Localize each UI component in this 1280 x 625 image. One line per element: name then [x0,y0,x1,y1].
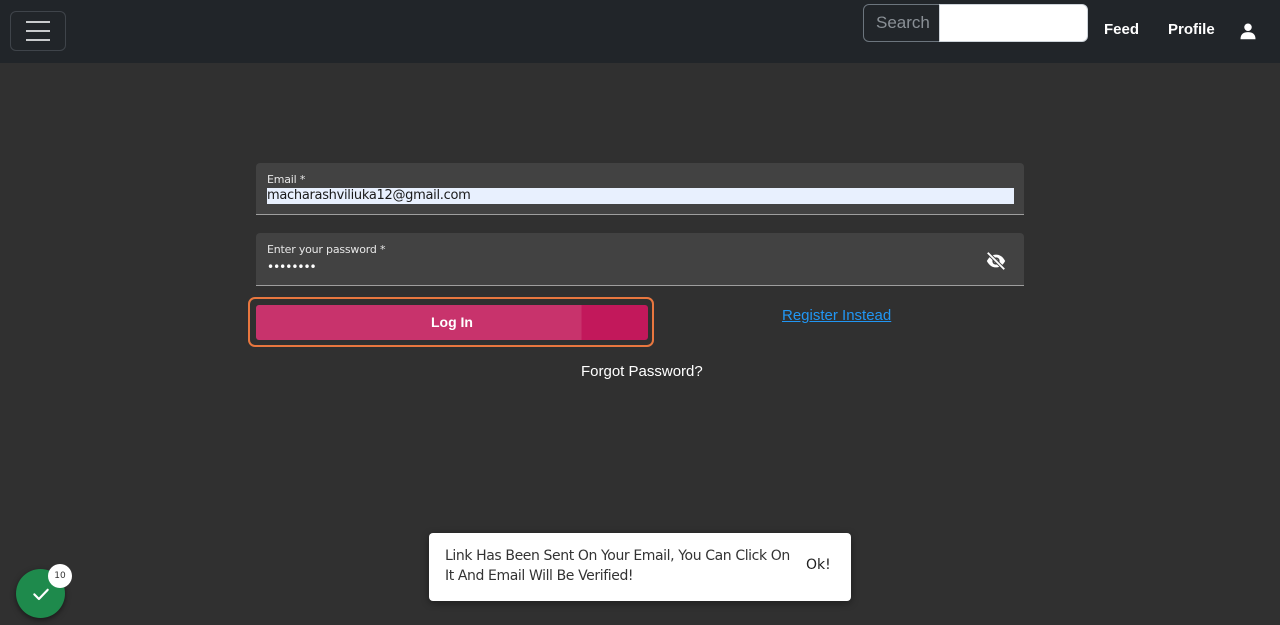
password-input[interactable]: •••••••• [267,260,317,274]
toast-message: Link Has Been Sent On Your Email, You Ca… [445,548,790,584]
top-navbar: Search Feed Profile [0,0,1280,63]
eye-off-icon[interactable] [985,250,1007,272]
hamburger-icon-bar [26,21,50,23]
checkmark-icon [32,588,49,600]
login-button[interactable]: Log In [256,305,648,340]
hamburger-icon-bar [26,39,50,41]
status-count-badge: 10 [48,564,72,588]
register-instead-link[interactable]: Register Instead [782,307,891,324]
hamburger-icon-bar [26,30,50,32]
email-label: Email * [267,173,306,186]
nav-link-profile[interactable]: Profile [1168,21,1215,38]
toast-ok-button[interactable]: Ok! [806,557,831,573]
search-input[interactable] [939,4,1088,42]
user-icon[interactable] [1239,22,1257,40]
nav-link-feed[interactable]: Feed [1104,21,1139,38]
email-input[interactable]: macharashviliuka12@gmail.com [267,188,1014,204]
forgot-password-link[interactable]: Forgot Password? [581,363,703,380]
hamburger-menu-button[interactable] [10,11,66,51]
email-field[interactable]: Email * macharashviliuka12@gmail.com [256,163,1024,215]
snackbar-toast: Link Has Been Sent On Your Email, You Ca… [429,533,851,601]
password-label: Enter your password * [267,243,386,256]
search-label: Search [863,4,940,42]
password-field[interactable]: Enter your password * •••••••• [256,233,1024,286]
